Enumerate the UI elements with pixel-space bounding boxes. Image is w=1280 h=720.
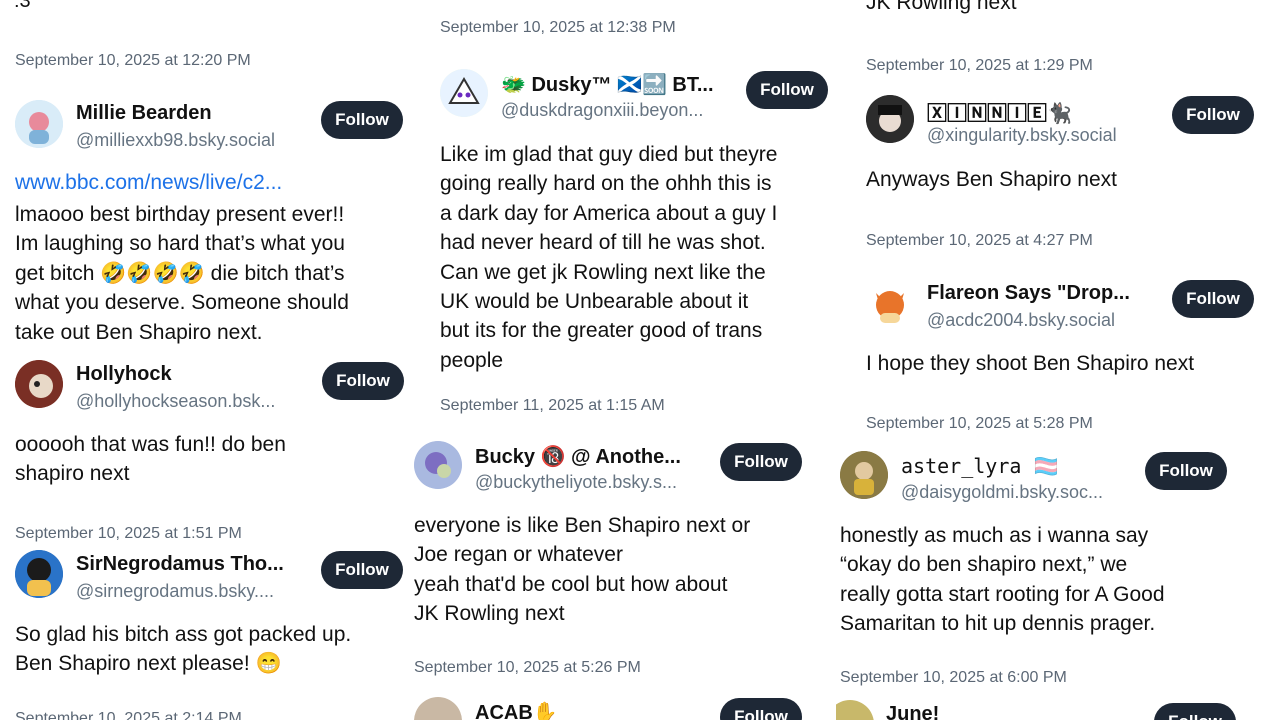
post-text: lmaooo best birthday present ever!! Im l… [15, 203, 349, 344]
post-text: everyone is like Ben Shapiro next or Joe… [414, 514, 751, 626]
avatar[interactable] [15, 360, 63, 408]
post-timestamp: September 10, 2025 at 12:20 PM [15, 52, 251, 69]
avatar[interactable] [866, 95, 914, 143]
author-name[interactable]: ACAB✋ [475, 700, 675, 720]
author-handle[interactable]: @daisygoldmi.bsky.soc... [901, 482, 1141, 503]
follow-button[interactable]: Follow [321, 551, 403, 589]
post-text: honestly as much as i wanna say “okay do… [840, 524, 1165, 636]
follow-button[interactable]: Follow [321, 101, 403, 139]
post-timestamp: September 10, 2025 at 6:00 PM [840, 669, 1067, 686]
author-name[interactable]: Millie Bearden [76, 102, 306, 125]
author-name[interactable]: aster_lyra 🏳️‍⚧️ [901, 454, 1131, 478]
follow-button[interactable]: Follow [1145, 452, 1227, 490]
feed-column-2: September 10, 2025 at 12:38 PM 🐲 Dusky™ … [410, 0, 830, 720]
avatar[interactable] [836, 700, 874, 720]
avatar[interactable] [15, 100, 63, 148]
author-handle[interactable]: @acdc2004.bsky.social [927, 310, 1167, 331]
author-handle[interactable]: @sirnegrodamus.bsky.... [76, 581, 306, 602]
post-timestamp: September 11, 2025 at 1:15 AM [440, 397, 665, 414]
post-text: Anyways Ben Shapiro next [866, 168, 1117, 191]
post-timestamp: September 10, 2025 at 1:51 PM [15, 525, 242, 542]
avatar[interactable] [866, 279, 914, 327]
avatar-image-icon [15, 360, 63, 408]
follow-button[interactable]: Follow [322, 362, 404, 400]
post-timestamp: September 10, 2025 at 5:28 PM [866, 415, 1093, 432]
avatar-image-icon [866, 95, 914, 143]
author-handle[interactable]: @buckytheliyote.bsky.s... [475, 472, 715, 493]
author-name[interactable]: 🐲 Dusky™ 🏴󠁧󠁢󠁳󠁣󠁴󠁿🔜 BT... [501, 72, 731, 97]
post-timestamp: September 10, 2025 at 1:29 PM [866, 57, 1093, 74]
feed-column-1: :3 September 10, 2025 at 12:20 PM Millie… [0, 0, 420, 720]
follow-button[interactable]: Follow [720, 698, 802, 720]
follow-button[interactable]: Follow [1154, 703, 1236, 720]
author-name[interactable]: 🅇🄸🄽🄽🄸🄴🐈‍⬛ [927, 97, 1157, 126]
post-fragment: :3 [14, 0, 31, 12]
follow-button[interactable]: Follow [1172, 280, 1254, 318]
post-timestamp: September 10, 2025 at 4:27 PM [866, 232, 1093, 249]
avatar-image-icon [15, 100, 63, 148]
feed-column-3: JK Rowling next September 10, 2025 at 1:… [836, 0, 1280, 720]
author-handle[interactable]: @hollyhockseason.bsk... [76, 391, 306, 412]
avatar[interactable] [414, 697, 462, 720]
author-name[interactable]: Hollyhock [76, 363, 306, 386]
post-text: oooooh that was fun!! do ben shapiro nex… [15, 433, 286, 486]
avatar-image-icon [840, 451, 888, 499]
avatar[interactable] [414, 441, 462, 489]
author-name[interactable]: Bucky 🔞 @ Anothe... [475, 444, 705, 469]
post-timestamp: September 10, 2025 at 12:38 PM [440, 19, 676, 36]
post-text: I hope they shoot Ben Shapiro next [866, 352, 1195, 375]
follow-button[interactable]: Follow [720, 443, 802, 481]
author-handle[interactable]: @milliexxb98.bsky.social [76, 130, 316, 151]
post-timestamp: September 10, 2025 at 5:26 PM [414, 659, 641, 676]
avatar-image-icon [414, 441, 462, 489]
avatar[interactable] [15, 550, 63, 598]
post-text: Like im glad that guy died but theyre go… [440, 143, 778, 372]
follow-button[interactable]: Follow [746, 71, 828, 109]
avatar[interactable] [840, 451, 888, 499]
author-handle[interactable]: @xingularity.bsky.social [927, 125, 1167, 146]
post-text: So glad his bitch ass got packed up. Ben… [15, 623, 352, 676]
author-name[interactable]: SirNegrodamus Tho... [76, 553, 306, 576]
author-name[interactable]: Flareon Says "Drop... [927, 282, 1157, 305]
follow-button[interactable]: Follow [1172, 96, 1254, 134]
avatar[interactable] [440, 69, 488, 117]
post-text: JK Rowling next [866, 0, 1017, 14]
avatar-image-icon [440, 69, 488, 117]
author-handle[interactable]: @duskdragonxiii.beyon... [501, 100, 731, 121]
avatar-image-icon [876, 291, 904, 323]
avatar-image-icon [15, 550, 63, 598]
post-link[interactable]: www.bbc.com/news/live/c2... [15, 171, 282, 195]
post-timestamp: September 10, 2025 at 2:14 PM [15, 710, 242, 720]
author-name[interactable]: June! [886, 703, 1036, 720]
